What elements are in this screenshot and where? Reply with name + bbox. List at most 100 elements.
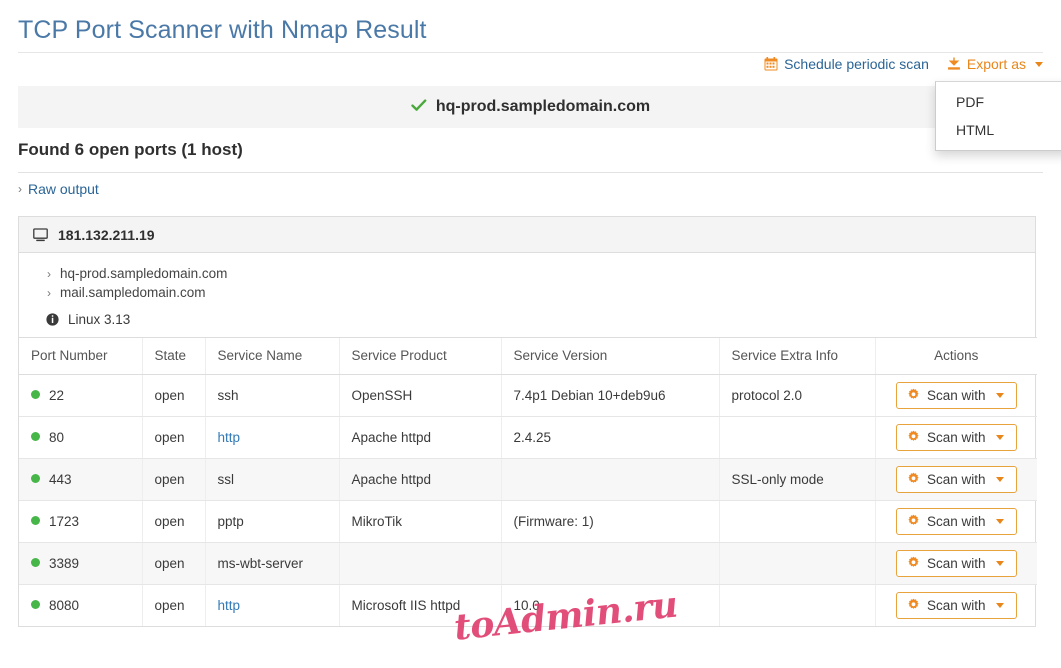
cell-actions: Scan with <box>874 458 1037 501</box>
host-panel-body: › hq-prod.sampledomain.com › mail.sample… <box>19 253 1035 337</box>
cell-state: open <box>141 416 205 459</box>
chevron-right-icon: › <box>18 182 22 196</box>
host-panel: 181.132.211.19 › hq-prod.sampledomain.co… <box>18 216 1037 627</box>
cell-service-name: ms-wbt-server <box>204 542 339 585</box>
scan-with-label: Scan with <box>926 556 986 571</box>
service-name-link[interactable]: http <box>218 430 241 445</box>
cell-service-version: 10.0 <box>500 584 719 626</box>
scan-with-label: Scan with <box>926 430 986 445</box>
table-row: 443 open ssl Apache httpd SSL-only mode Scan … <box>19 458 1037 501</box>
hostname-label: mail.sampledomain.com <box>60 285 206 300</box>
cell-state: open <box>141 458 205 501</box>
port-number-value: 80 <box>49 430 65 445</box>
hostname-item[interactable]: › hq-prod.sampledomain.com <box>47 265 1021 283</box>
scan-with-button[interactable]: Scan with <box>895 424 1017 451</box>
status-dot-icon <box>31 474 40 483</box>
check-icon <box>411 98 427 116</box>
export-as-button[interactable]: Export as <box>947 56 1043 72</box>
scan-with-button[interactable]: Scan with <box>895 466 1017 493</box>
cell-service-product: Apache httpd <box>338 458 501 501</box>
cell-service-version <box>500 542 719 585</box>
cell-actions: Scan with <box>874 416 1037 459</box>
cell-port-number: 8080 <box>19 585 142 627</box>
port-number-value: 8080 <box>49 598 80 613</box>
chevron-down-icon <box>995 393 1004 398</box>
cell-actions: Scan with <box>874 542 1037 585</box>
cell-service-version: 2.4.25 <box>500 416 719 459</box>
hostname-label: hq-prod.sampledomain.com <box>60 266 228 281</box>
scan-with-button[interactable]: Scan with <box>895 508 1017 535</box>
hostname-item[interactable]: › mail.sampledomain.com <box>47 284 1021 302</box>
chevron-right-icon: › <box>47 267 51 281</box>
cell-service-name[interactable]: http <box>204 416 339 459</box>
cell-service-name[interactable]: http <box>204 584 339 626</box>
scan-target-banner: hq-prod.sampledomain.com <box>18 86 1043 128</box>
port-number-value: 22 <box>49 388 65 403</box>
chevron-down-icon <box>995 477 1004 482</box>
service-name-value: ms-wbt-server <box>217 556 304 571</box>
cell-service-extra-info <box>718 584 875 626</box>
title-divider <box>18 52 1043 53</box>
info-icon <box>46 313 59 326</box>
cell-service-product: MikroTik <box>338 500 501 543</box>
cell-service-version: 7.4p1 Debian 10+deb9u6 <box>500 374 719 417</box>
status-dot-icon <box>31 390 40 399</box>
host-panel-header: 181.132.211.19 <box>19 217 1035 253</box>
table-row: 3389 open ms-wbt-server Scan with <box>19 542 1037 585</box>
page-title: TCP Port Scanner with Nmap Result <box>18 16 427 44</box>
scan-with-label: Scan with <box>926 472 986 487</box>
col-service-extra-info: Service Extra Info <box>718 337 875 375</box>
cell-service-product: OpenSSH <box>338 374 501 417</box>
status-dot-icon <box>31 432 40 441</box>
cell-service-extra-info <box>718 542 875 585</box>
cell-state: open <box>141 500 205 543</box>
cell-service-version: (Firmware: 1) <box>500 500 719 543</box>
status-dot-icon <box>31 516 40 525</box>
host-ip-address: 181.132.211.19 <box>58 226 155 243</box>
found-ports-heading: Found 6 open ports (1 host) <box>18 140 243 159</box>
scan-with-label: Scan with <box>926 388 986 403</box>
export-option-html[interactable]: HTML <box>936 116 1061 144</box>
service-name-value: ssl <box>217 472 235 487</box>
col-service-name: Service Name <box>204 337 339 375</box>
schedule-periodic-scan-link[interactable]: Schedule periodic scan <box>764 56 929 72</box>
service-name-value: ssh <box>217 388 239 403</box>
status-dot-icon <box>31 558 40 567</box>
cell-state: open <box>141 542 205 585</box>
found-divider <box>18 172 1043 173</box>
page-root: TCP Port Scanner with Nmap Result Schedu… <box>0 0 1061 668</box>
raw-output-toggle[interactable]: › Raw output <box>18 181 99 197</box>
cell-port-number: 443 <box>19 458 142 501</box>
export-option-pdf[interactable]: PDF <box>936 88 1061 116</box>
service-name-value: pptp <box>217 514 244 529</box>
col-service-version: Service Version <box>500 337 719 375</box>
gear-icon <box>907 472 920 487</box>
cell-service-extra-info: protocol 2.0 <box>718 374 875 417</box>
gear-icon <box>907 514 920 529</box>
cell-port-number: 1723 <box>19 500 142 543</box>
cell-port-number: 22 <box>19 374 142 417</box>
scan-with-button[interactable]: Scan with <box>895 592 1017 619</box>
cell-service-extra-info <box>718 500 875 543</box>
toolbar: Schedule periodic scan Export as <box>764 56 1043 72</box>
col-state: State <box>141 337 205 375</box>
cell-service-name: ssl <box>204 458 339 501</box>
download-icon <box>947 57 961 71</box>
service-name-link[interactable]: http <box>218 598 241 613</box>
cell-service-extra-info <box>718 416 875 459</box>
table-row: 22 open ssh OpenSSH 7.4p1 Debian 10+deb9u6 pr… <box>19 374 1037 417</box>
os-detection-row: Linux 3.13 <box>46 312 1021 327</box>
scan-target-host: hq-prod.sampledomain.com <box>435 98 651 115</box>
chevron-down-icon <box>995 561 1004 566</box>
export-dropdown-menu: PDF HTML <box>935 81 1061 151</box>
port-number-value: 1723 <box>49 514 80 529</box>
port-number-value: 3389 <box>49 556 80 571</box>
scan-with-button[interactable]: Scan with <box>895 382 1017 409</box>
cell-service-product: Microsoft IIS httpd <box>338 584 501 626</box>
scan-with-button[interactable]: Scan with <box>895 550 1017 577</box>
gear-icon <box>907 598 920 613</box>
scan-with-label: Scan with <box>926 598 986 613</box>
table-header-row: Port Number State Service Name Service P… <box>19 337 1037 375</box>
cell-port-number: 3389 <box>19 542 142 585</box>
cell-service-extra-info: SSL-only mode <box>718 458 875 501</box>
